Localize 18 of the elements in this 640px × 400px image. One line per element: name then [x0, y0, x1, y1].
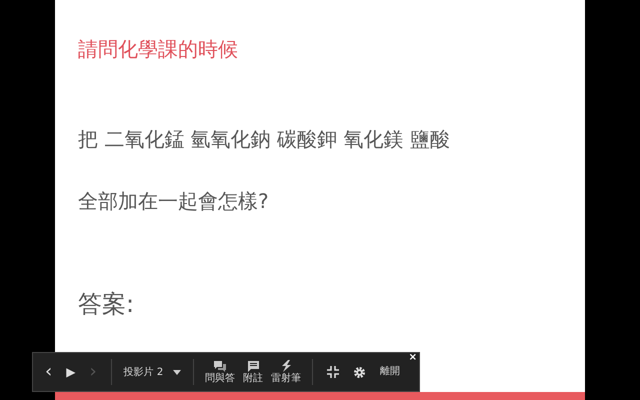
slide-text: 把 二氧化錳 氫氧化鈉 碳酸鉀 氧化鎂 鹽酸	[78, 126, 451, 153]
tool-button[interactable]: 附註	[240, 360, 266, 384]
play-button[interactable]: ▶	[60, 366, 82, 378]
chat-icon	[214, 360, 226, 372]
slide-title: 請問化學課的時候	[78, 36, 239, 63]
tool-button[interactable]: 雷射筆	[268, 360, 304, 384]
slide-picker[interactable]: 投影片 2	[120, 364, 186, 380]
slide-text: 全部加在一起會怎樣?	[78, 188, 270, 215]
laser-pen-icon	[280, 360, 292, 372]
previous-button[interactable]: ‹	[39, 363, 58, 381]
notes-icon	[248, 360, 259, 372]
exit-fullscreen-icon[interactable]	[327, 366, 340, 378]
tool-button[interactable]: 問與答	[202, 360, 238, 384]
caret-icon	[173, 370, 182, 374]
answer-heading: 答案:	[78, 289, 136, 320]
exit-button[interactable]: 離開	[374, 367, 406, 377]
close-button[interactable]: ×	[408, 353, 417, 363]
settings-icon[interactable]	[353, 366, 366, 378]
